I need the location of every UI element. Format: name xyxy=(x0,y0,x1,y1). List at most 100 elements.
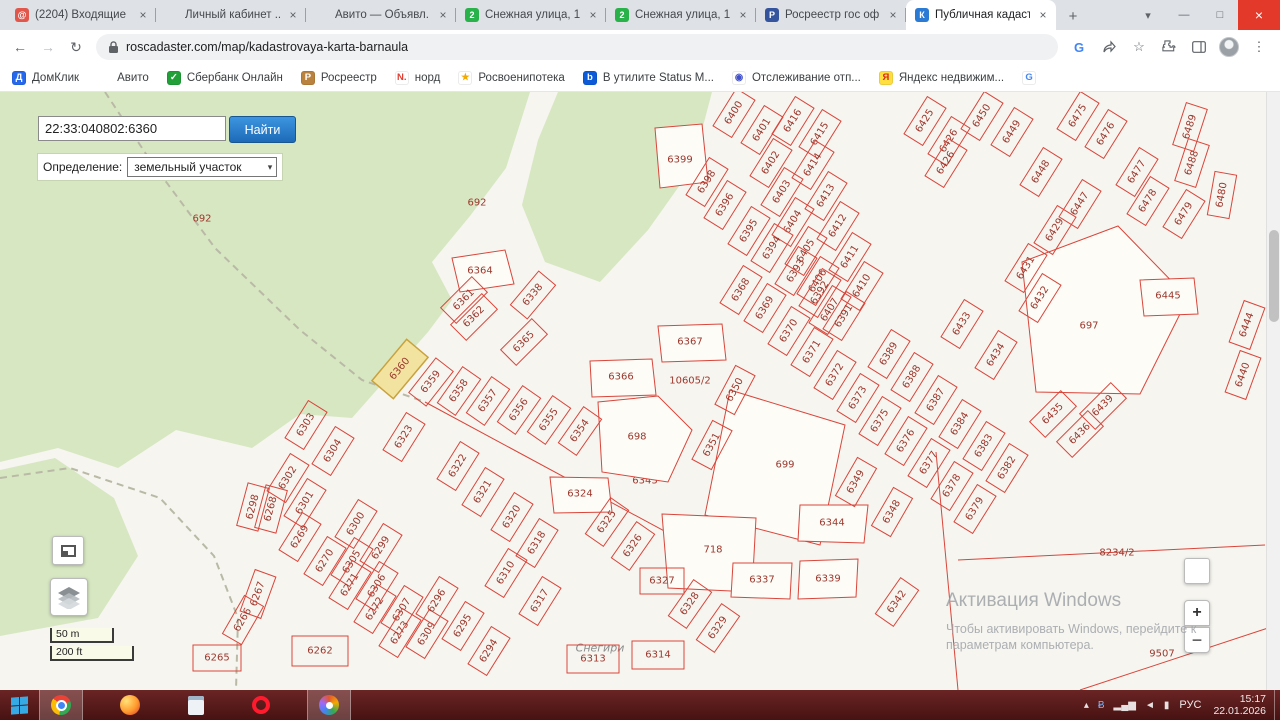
tab-7[interactable]: КПубличная кадаст...× xyxy=(906,0,1056,30)
tab-1[interactable]: @(2204) Входящие ...× xyxy=(6,0,156,30)
tab-2[interactable]: Личный кабинет ...× xyxy=(156,0,306,30)
tab-6[interactable]: РРосреестр гос оф...× xyxy=(756,0,906,30)
tab-title: (2204) Входящие ... xyxy=(35,9,130,21)
bookmark-favicon: b xyxy=(583,71,597,85)
taskbar-opera-button[interactable] xyxy=(241,690,281,720)
bookmark-label: В утилите Status M... xyxy=(603,72,714,84)
parcel-label-6339: 6339 xyxy=(815,574,840,585)
layers-button[interactable] xyxy=(50,578,88,616)
bookmark-1[interactable]: ДДомКлик xyxy=(12,71,79,85)
tray-expand-icon[interactable]: ▴ xyxy=(1084,700,1089,711)
parcel-label-718: 718 xyxy=(703,545,722,556)
tab-close-icon[interactable]: × xyxy=(136,8,150,22)
parcel-label-6337: 6337 xyxy=(749,575,774,586)
bookmark-favicon: ★ xyxy=(458,71,472,85)
taskbar-firefox-button[interactable] xyxy=(109,690,151,720)
parcel-label-6262: 6262 xyxy=(307,646,332,657)
taskbar-clock[interactable]: 15:17 22.01.2026 xyxy=(1205,693,1274,717)
zoom-in-button[interactable]: + xyxy=(1184,600,1210,626)
taskbar-chrome-button[interactable] xyxy=(39,690,83,720)
maximize-button[interactable]: □ xyxy=(1202,0,1238,30)
address-input[interactable]: roscadaster.com/map/kadastrovaya-karta-b… xyxy=(96,34,1058,60)
share-icon[interactable] xyxy=(1096,35,1122,59)
lock-icon xyxy=(108,41,119,54)
browser-menu-icon[interactable]: ⋮ xyxy=(1246,35,1272,59)
overview-map-button[interactable] xyxy=(52,536,84,565)
fullscreen-button[interactable] xyxy=(1184,558,1210,584)
tab-close-icon[interactable]: × xyxy=(736,8,750,22)
bookmark-favicon: ✓ xyxy=(167,71,181,85)
parcel-label-6399: 6399 xyxy=(667,155,692,166)
url-text: roscadaster.com/map/kadastrovaya-karta-b… xyxy=(126,40,408,54)
tab-3[interactable]: Авито — Объявл...× xyxy=(306,0,456,30)
signal-icon[interactable]: ▂▄▆ xyxy=(1114,700,1136,711)
tab-close-icon[interactable]: × xyxy=(1036,8,1050,22)
definition-select[interactable]: земельный участок ▾ xyxy=(127,157,277,177)
reload-button[interactable]: ↻ xyxy=(64,35,88,59)
cadastral-map[interactable]: 692692639910605/28234/295076343Снегири63… xyxy=(0,92,1280,690)
battery-icon[interactable]: ▮ xyxy=(1164,700,1170,711)
parcel-label-8234/2: 8234/2 xyxy=(1099,548,1134,559)
forward-button[interactable]: → xyxy=(36,35,60,59)
parcel-label-692: 692 xyxy=(467,198,486,209)
bookmark-favicon: Д xyxy=(12,71,26,85)
search-find-button[interactable]: Найти xyxy=(229,116,296,143)
bookmark-6[interactable]: ★Росвоенипотека xyxy=(458,71,564,85)
layers-icon xyxy=(56,585,82,609)
bookmark-9[interactable]: Я Яндекс недвижим... xyxy=(879,71,1004,85)
bookmark-4[interactable]: Р Росреестр xyxy=(301,71,377,85)
bookmark-10[interactable]: G xyxy=(1022,71,1036,85)
zoom-out-button[interactable]: − xyxy=(1184,627,1210,653)
close-window-button[interactable]: × xyxy=(1238,0,1280,30)
new-tab-button[interactable]: + xyxy=(1060,4,1086,28)
favicon: 2 xyxy=(465,8,479,22)
tab-close-icon[interactable]: × xyxy=(286,8,300,22)
bluetooth-icon[interactable]: Ƀ xyxy=(1098,700,1105,711)
bookmark-2[interactable]: Авито xyxy=(97,71,149,85)
bookmark-5[interactable]: N.норд xyxy=(395,71,441,85)
show-desktop-button[interactable] xyxy=(1274,690,1280,720)
taskbar-start-button[interactable] xyxy=(0,690,39,720)
profile-avatar[interactable] xyxy=(1216,35,1242,59)
bookmark-favicon: Р xyxy=(301,71,315,85)
overview-map-icon xyxy=(61,545,76,557)
tab-close-icon[interactable]: × xyxy=(586,8,600,22)
scale-imperial: 200 ft xyxy=(50,646,134,661)
bookmark-label: Сбербанк Онлайн xyxy=(187,72,283,84)
extensions-puzzle-icon[interactable] xyxy=(1156,35,1182,59)
bookmark-label: Росреестр xyxy=(321,72,377,84)
tab-5[interactable]: 2Снежная улица, 1...× xyxy=(606,0,756,30)
google-icon[interactable]: G xyxy=(1066,35,1092,59)
parcel-label-6324: 6324 xyxy=(567,489,592,500)
side-panel-icon[interactable] xyxy=(1186,35,1212,59)
taskbar-paint-button[interactable] xyxy=(307,690,351,720)
cadastral-search-input[interactable] xyxy=(38,116,226,141)
back-button[interactable]: ← xyxy=(8,35,32,59)
bookmark-label: Яндекс недвижим... xyxy=(899,72,1004,84)
minimize-button[interactable]: — xyxy=(1166,0,1202,30)
bookmark-star-icon[interactable]: ☆ xyxy=(1126,35,1152,59)
bookmark-favicon: Я xyxy=(879,71,893,85)
bookmark-7[interactable]: b В утилите Status M... xyxy=(583,71,714,85)
definition-row: Определение: земельный участок ▾ xyxy=(38,154,282,180)
tab-close-icon[interactable]: × xyxy=(886,8,900,22)
tab-strip: @(2204) Входящие ...×Личный кабинет ...×… xyxy=(0,0,1056,30)
taskbar-calculator-button[interactable] xyxy=(177,690,215,720)
bookmark-favicon: N. xyxy=(395,71,409,85)
tab-close-icon[interactable]: × xyxy=(436,8,450,22)
parcel-label-697: 697 xyxy=(1079,321,1098,332)
parcel-label-6366: 6366 xyxy=(608,372,633,383)
language-indicator[interactable]: РУС xyxy=(1179,699,1201,711)
scrollbar-thumb[interactable] xyxy=(1269,230,1279,322)
parcel-label-9507: 9507 xyxy=(1149,649,1174,660)
volume-icon[interactable]: ◄ xyxy=(1145,700,1155,711)
parcel-label-698: 698 xyxy=(627,432,646,443)
bookmark-3[interactable]: ✓ Сбербанк Онлайн xyxy=(167,71,283,85)
windows-taskbar: ▴ Ƀ ▂▄▆ ◄ ▮ РУС 15:17 22.01.2026 xyxy=(0,690,1280,720)
definition-label: Определение: xyxy=(43,160,122,174)
favicon: 2 xyxy=(615,8,629,22)
address-bar-row: ← → ↻ roscadaster.com/map/kadastrovaya-k… xyxy=(0,30,1280,64)
tab-4[interactable]: 2Снежная улица, 1...× xyxy=(456,0,606,30)
tab-search-chevron-icon[interactable]: ▾ xyxy=(1130,0,1166,30)
bookmark-8[interactable]: ◉Отслеживание отп... xyxy=(732,71,861,85)
